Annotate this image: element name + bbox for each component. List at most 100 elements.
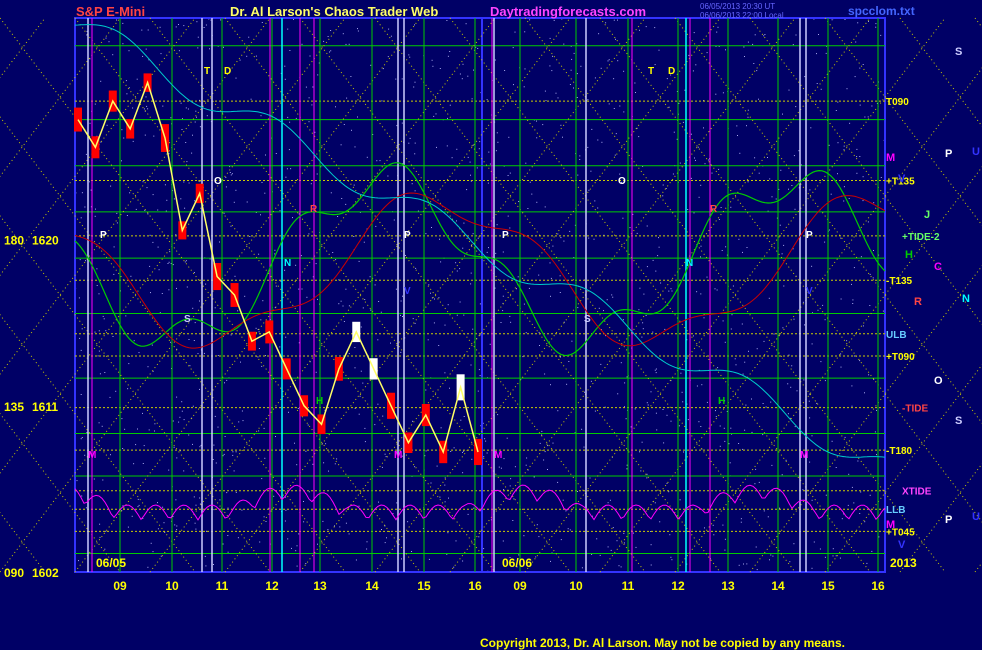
background-dot [509, 315, 511, 317]
background-dot [469, 161, 471, 163]
background-dot [370, 64, 372, 66]
background-dot [650, 544, 652, 546]
background-dot [337, 216, 339, 217]
background-dot [700, 293, 702, 295]
chart-marker: P [502, 230, 509, 241]
background-dot [191, 152, 193, 154]
background-dot [810, 127, 812, 129]
background-dot [346, 97, 348, 99]
background-dot [185, 107, 187, 109]
background-dot [223, 46, 224, 48]
background-dot [328, 470, 329, 472]
background-dot [308, 491, 310, 493]
background-dot [203, 27, 205, 28]
background-dot [855, 41, 857, 43]
background-dot [325, 443, 327, 445]
background-dot [233, 470, 235, 472]
background-dot [544, 206, 546, 208]
background-dot [678, 102, 680, 104]
background-dot [169, 251, 171, 253]
background-dot [730, 328, 732, 330]
diagonal-line [0, 17, 121, 178]
background-dot [862, 176, 864, 178]
background-dot [244, 295, 246, 297]
background-dot [152, 241, 154, 243]
background-dot [463, 314, 465, 316]
background-dot [446, 20, 448, 21]
background-dot [315, 371, 317, 373]
background-dot [671, 559, 673, 561]
background-dot [479, 375, 481, 377]
background-dot [583, 446, 585, 448]
background-dot [846, 340, 848, 342]
background-dot [837, 142, 839, 144]
background-dot [80, 438, 82, 440]
background-dot [744, 429, 746, 431]
background-dot [453, 447, 455, 449]
background-dot [213, 509, 215, 511]
background-dot [430, 482, 432, 484]
background-dot [132, 107, 134, 109]
background-dot [571, 58, 573, 60]
background-dot [577, 307, 579, 309]
background-dot [362, 382, 364, 384]
background-dot [538, 331, 540, 333]
background-dot [332, 252, 334, 253]
background-dot [275, 285, 277, 287]
background-dot [868, 374, 870, 376]
background-dot [294, 442, 295, 444]
background-dot [700, 426, 702, 427]
background-dot [81, 328, 83, 330]
background-dot [199, 126, 201, 128]
background-dot [98, 330, 100, 332]
background-dot [682, 401, 684, 403]
background-dot [510, 321, 512, 323]
background-dot [541, 430, 543, 432]
background-dot [594, 410, 596, 412]
background-dot [758, 481, 760, 483]
background-dot [523, 86, 525, 88]
background-dot [345, 203, 347, 205]
background-dot [690, 177, 692, 179]
background-dot [449, 104, 451, 106]
background-dot [471, 98, 473, 100]
background-dot [340, 144, 342, 146]
background-dot [80, 217, 82, 219]
background-dot [436, 146, 437, 148]
background-dot [608, 59, 610, 61]
chart-marker: D [224, 66, 231, 77]
x-tick-label: 11 [216, 579, 229, 593]
background-dot [387, 175, 389, 177]
background-dot [479, 303, 481, 305]
x-tick-label: 10 [569, 579, 583, 593]
background-dot [290, 168, 292, 170]
background-dot [864, 521, 866, 523]
background-dot [502, 540, 504, 542]
background-dot [232, 451, 234, 453]
background-dot [261, 182, 263, 183]
background-dot [550, 384, 551, 386]
background-dot [763, 510, 765, 512]
planet-symbol: V [898, 173, 906, 185]
background-dot [113, 273, 115, 275]
background-dot [235, 451, 237, 453]
background-dot [844, 436, 846, 438]
background-dot [375, 225, 377, 227]
background-dot [142, 181, 144, 183]
background-dot [377, 339, 379, 341]
background-dot [470, 174, 471, 176]
background-dot [80, 394, 82, 395]
background-dot [165, 210, 167, 212]
background-dot [152, 194, 154, 196]
background-dot [856, 148, 858, 150]
background-dot [323, 462, 325, 464]
background-dot [629, 227, 631, 229]
background-dot [212, 459, 214, 460]
background-dot [317, 298, 318, 300]
background-dot [567, 528, 569, 530]
background-dot [871, 550, 873, 552]
background-dot [563, 43, 565, 45]
background-dot [495, 252, 497, 254]
background-dot [138, 352, 140, 354]
background-dot [78, 297, 80, 299]
